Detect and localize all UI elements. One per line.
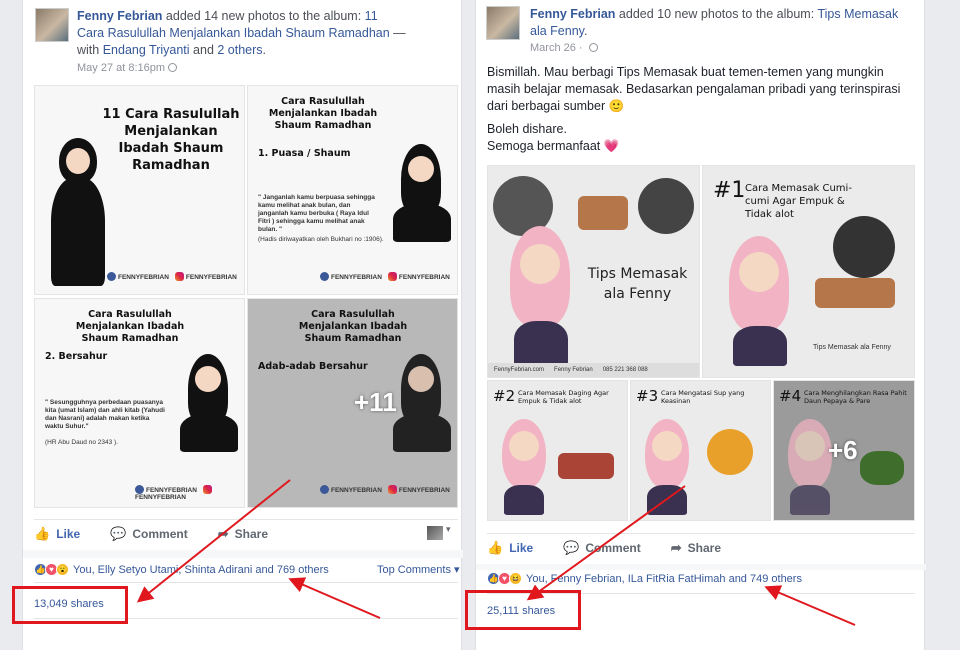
arrow-to-reactions-2 bbox=[764, 585, 856, 626]
arrow-to-shares-1 bbox=[136, 479, 291, 603]
arrow-to-reactions-1 bbox=[288, 577, 381, 619]
arrow-to-shares-2 bbox=[526, 485, 686, 601]
annotation-arrows bbox=[136, 479, 856, 626]
